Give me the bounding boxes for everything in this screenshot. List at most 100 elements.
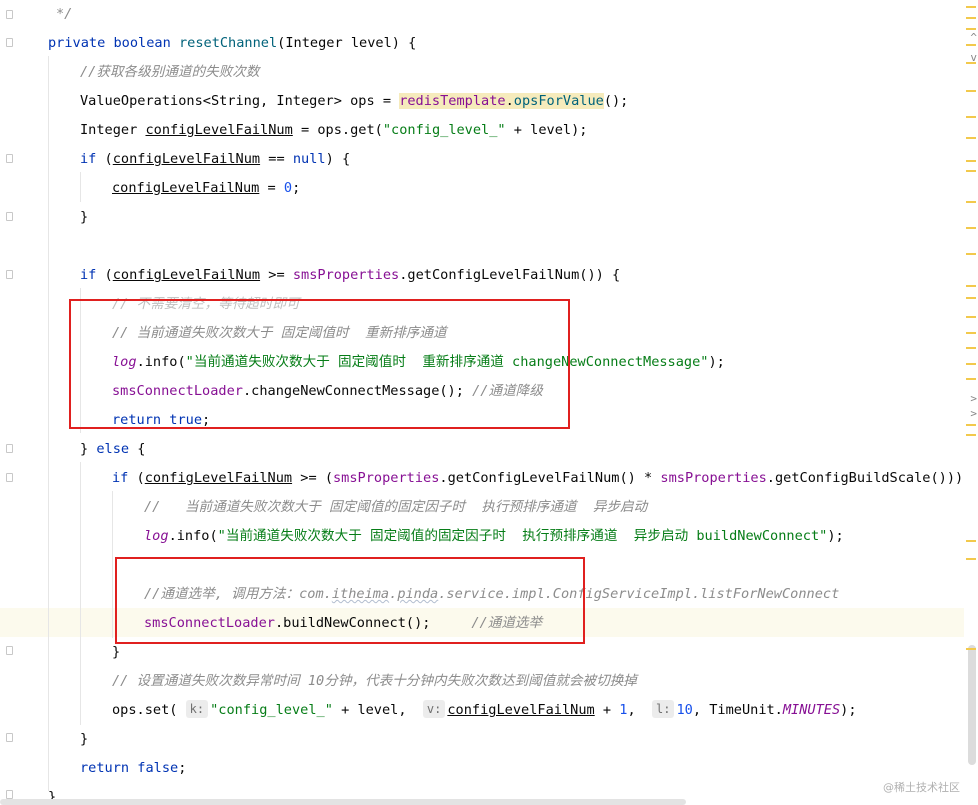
code-text: } — [80, 731, 89, 747]
code-text: ; — [292, 180, 301, 196]
code-line[interactable]: configLevelFailNum = 0; — [112, 174, 300, 203]
code-line[interactable]: ops.set( k: "config_level_" + level, v: co… — [112, 696, 857, 725]
code-line[interactable]: } else { — [80, 435, 146, 464]
comment-text: // 设置通道失败次数异常时间 10分钟，代表十分钟内失败次数达到阈值就会被切换… — [112, 673, 637, 689]
code-text: ); — [840, 702, 857, 718]
code-text: } — [80, 209, 89, 225]
variable-ref: configLevelFailNum — [447, 702, 595, 718]
code-text: ( — [128, 470, 145, 486]
variable-ref: configLevelFailNum — [145, 122, 293, 138]
keyword: else — [96, 441, 130, 457]
code-text: } — [80, 441, 97, 457]
code-line[interactable]: if (configLevelFailNum >= smsProperties.… — [80, 261, 620, 290]
code-line[interactable]: private boolean resetChannel(Integer lev… — [48, 29, 416, 58]
indent-guide — [80, 172, 81, 202]
code-line[interactable]: Integer configLevelFailNum = ops.get("co… — [80, 116, 587, 145]
keyword: null — [292, 151, 326, 167]
keyword: if — [80, 267, 97, 283]
comment-text: // 当前通道失败次数大于 固定阈值的固定因子时 执行预排序通道 异步启动 — [144, 499, 648, 515]
fold-marker-icon[interactable] — [6, 38, 13, 47]
code-text: Integer — [80, 122, 146, 138]
code-line[interactable]: return false; — [80, 754, 186, 783]
code-text: ; — [178, 760, 187, 776]
parameter-hint: l: — [652, 700, 675, 718]
method-call: opsForValue — [513, 93, 604, 109]
method-name: resetChannel — [178, 35, 278, 51]
code-text: ); — [827, 528, 844, 544]
fold-marker-icon[interactable] — [6, 154, 13, 163]
chevron-right-icon[interactable]: > — [970, 408, 977, 420]
static-field: MINUTES — [782, 702, 841, 718]
fold-marker-icon[interactable] — [6, 733, 13, 742]
code-line[interactable]: } — [80, 203, 88, 232]
indent-guide — [112, 491, 113, 638]
parameter-hint: k: — [185, 700, 209, 718]
code-text: { — [129, 441, 146, 457]
code-text: >= — [260, 267, 293, 283]
code-text: .getConfigBuildScale())) { — [766, 470, 978, 486]
code-text: ops.set( — [112, 702, 186, 718]
fold-marker-icon[interactable] — [6, 790, 13, 799]
code-line[interactable]: if (configLevelFailNum >= (smsProperties… — [112, 464, 978, 493]
code-text: .info( — [168, 528, 218, 544]
fold-marker-icon[interactable] — [6, 270, 13, 279]
code-text: .getConfigLevelFailNum() * — [439, 470, 661, 486]
string-literal: "当前通道失败次数大于 固定阈值的固定因子时 执行预排序通道 异步启动 buil… — [217, 528, 828, 544]
fold-marker-icon[interactable] — [6, 646, 13, 655]
chevron-up-icon[interactable]: ^ — [970, 32, 977, 44]
code-text: } — [112, 644, 121, 660]
annotation-box — [115, 557, 585, 644]
code-line[interactable]: //获取各级别通道的失败次数 — [80, 58, 260, 87]
code-text: .getConfigLevelFailNum()) { — [399, 267, 621, 283]
code-text: + — [594, 702, 620, 718]
fold-marker-icon[interactable] — [6, 212, 13, 221]
fold-marker-icon[interactable] — [6, 473, 13, 482]
horizontal-scrollbar[interactable] — [0, 799, 686, 805]
scrollbar-thumb[interactable] — [968, 645, 976, 765]
code-line[interactable]: // 当前通道失败次数大于 固定阈值的固定因子时 执行预排序通道 异步启动 — [144, 493, 647, 522]
code-text: (); — [603, 93, 629, 109]
annotation-box — [69, 299, 570, 429]
code-line[interactable]: */ — [56, 0, 72, 29]
field-ref: smsProperties — [333, 470, 440, 486]
editor-scrollbar[interactable]: ^ v > > — [964, 0, 978, 805]
number-literal: 10 — [676, 702, 693, 718]
variable-ref: configLevelFailNum — [144, 470, 293, 486]
variable-ref: configLevelFailNum — [112, 151, 261, 167]
variable-ref: configLevelFailNum — [112, 180, 260, 196]
field-ref: log — [144, 528, 169, 544]
fold-marker-icon[interactable] — [6, 444, 13, 453]
fold-marker-icon[interactable] — [6, 10, 13, 19]
code-text: ); — [708, 354, 725, 370]
field-ref: smsProperties — [660, 470, 767, 486]
string-literal: "config_level_" — [382, 122, 506, 138]
parameter-hint: v: — [422, 700, 446, 718]
code-line[interactable]: } — [80, 725, 88, 754]
code-text: = — [259, 180, 284, 196]
field-ref: redisTemplate — [399, 93, 506, 109]
keyword: if — [112, 470, 129, 486]
code-editor[interactable]: */ private boolean resetChannel(Integer … — [0, 0, 978, 805]
code-text: (Integer level) { — [277, 35, 417, 51]
keyword: if — [80, 151, 97, 167]
code-line[interactable]: if (configLevelFailNum == null) { — [80, 145, 350, 174]
code-text: >= ( — [292, 470, 333, 486]
code-line[interactable]: // 设置通道失败次数异常时间 10分钟，代表十分钟内失败次数达到阈值就会被切换… — [112, 667, 637, 696]
code-line[interactable]: log.info("当前通道失败次数大于 固定阈值的固定因子时 执行预排序通道 … — [144, 522, 844, 551]
keyword: private boolean — [48, 35, 171, 51]
number-literal: 0 — [283, 180, 293, 196]
code-text: = ops.get( — [292, 122, 383, 138]
string-literal: "config_level_" — [210, 702, 333, 718]
code-text: . — [505, 93, 514, 109]
code-line[interactable]: ValueOperations<String, Integer> ops = r… — [80, 87, 628, 116]
code-text: + level, — [332, 702, 423, 718]
indent-guide — [80, 462, 81, 725]
comment-text: */ — [56, 6, 73, 22]
code-text: , TimeUnit. — [692, 702, 783, 718]
code-text: == — [260, 151, 293, 167]
code-text: + level); — [505, 122, 588, 138]
code-text: , — [627, 702, 653, 718]
code-text: ValueOperations<String, Integer> ops = — [80, 93, 400, 109]
indent-guide — [48, 56, 49, 791]
chevron-right-icon[interactable]: > — [970, 393, 977, 405]
